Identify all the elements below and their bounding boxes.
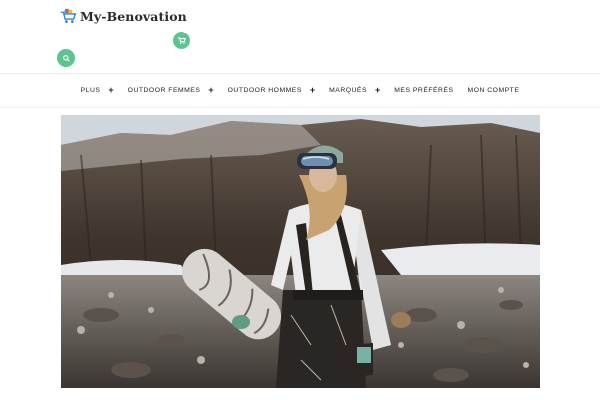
site-logo[interactable]: My-Benovation bbox=[60, 8, 187, 25]
cart-logo-icon bbox=[60, 8, 77, 23]
nav-item-plus[interactable]: PLUS + bbox=[81, 86, 114, 95]
nav-item-marques[interactable]: MARQUÉS + bbox=[329, 86, 380, 95]
hero-image bbox=[61, 115, 540, 388]
site-name: My-Benovation bbox=[80, 9, 187, 24]
nav-label: MON COMPTE bbox=[467, 87, 520, 94]
cart-icon bbox=[177, 37, 186, 44]
nav-label: OUTDOOR FEMMES bbox=[127, 87, 201, 94]
nav-divider bbox=[0, 107, 600, 108]
main-navigation: PLUS + OUTDOOR FEMMES + OUTDOOR HOMMES +… bbox=[0, 74, 600, 107]
nav-item-mes-preferes[interactable]: MES PRÉFÉRÉS bbox=[394, 87, 453, 94]
search-button[interactable] bbox=[57, 49, 75, 67]
nav-label: MES PRÉFÉRÉS bbox=[394, 87, 454, 94]
submenu-plus-icon[interactable]: + bbox=[108, 86, 113, 95]
nav-item-outdoor-femmes[interactable]: OUTDOOR FEMMES + bbox=[128, 86, 214, 95]
snowboarder-photo bbox=[61, 115, 540, 388]
nav-label: OUTDOOR HOMMES bbox=[227, 87, 302, 94]
submenu-plus-icon[interactable]: + bbox=[310, 86, 315, 95]
cart-button[interactable]: 0 bbox=[173, 29, 190, 49]
cart-count: 0 bbox=[183, 29, 187, 35]
submenu-plus-icon[interactable]: + bbox=[375, 86, 380, 95]
nav-item-mon-compte[interactable]: MON COMPTE bbox=[468, 87, 520, 94]
nav-item-outdoor-hommes[interactable]: OUTDOOR HOMMES + bbox=[228, 86, 315, 95]
submenu-plus-icon[interactable]: + bbox=[208, 86, 213, 95]
nav-label: PLUS bbox=[80, 87, 101, 94]
nav-label: MARQUÉS bbox=[329, 87, 367, 94]
search-icon bbox=[62, 54, 70, 62]
